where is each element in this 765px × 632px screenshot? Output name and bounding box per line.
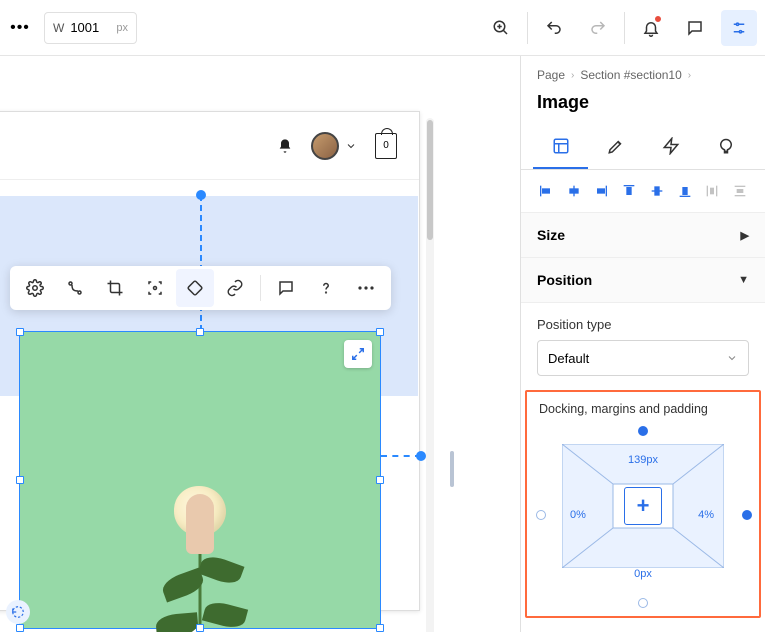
expand-arrow-icon: ▼ [738, 274, 749, 286]
padding-add-button[interactable]: + [624, 487, 662, 525]
mask-button[interactable] [176, 269, 214, 307]
distribute-h-button[interactable] [702, 180, 724, 202]
expand-image-button[interactable] [344, 340, 372, 368]
chevron-right-icon: › [571, 70, 574, 81]
comments-button[interactable] [677, 10, 713, 46]
width-unit: px [116, 22, 128, 34]
dock-pin-top[interactable] [638, 426, 648, 436]
canvas-scrollbar[interactable] [426, 118, 434, 632]
margin-guide-top [200, 195, 202, 331]
align-top-button[interactable] [618, 180, 640, 202]
more-menu-button[interactable]: ••• [8, 19, 32, 37]
margin-guide-right [381, 455, 421, 457]
inspector-title: Image [521, 86, 765, 125]
align-right-button[interactable] [591, 180, 613, 202]
zoom-in-button[interactable] [483, 10, 519, 46]
crumb-page[interactable]: Page [537, 68, 565, 82]
position-type-value: Default [548, 351, 589, 366]
inspector-panel: Page › Section #section10 › Image Size ▶… [520, 56, 765, 632]
tab-design[interactable] [588, 125, 643, 169]
notifications-button[interactable] [633, 10, 669, 46]
width-value-field[interactable] [70, 20, 110, 35]
position-type-label: Position type [521, 303, 765, 340]
header-bell-icon[interactable] [277, 138, 293, 154]
canvas-width-input[interactable]: W px [44, 12, 137, 44]
chevron-down-icon [726, 352, 738, 364]
chevron-down-icon [345, 140, 357, 152]
tab-effects[interactable] [698, 125, 753, 169]
resize-handle-bm[interactable] [196, 624, 204, 632]
resize-handle-tm[interactable] [196, 328, 204, 336]
crop-button[interactable] [96, 269, 134, 307]
section-size[interactable]: Size ▶ [521, 213, 765, 258]
align-center-h-button[interactable] [563, 180, 585, 202]
section-position-label: Position [537, 272, 592, 288]
more-button[interactable] [347, 269, 385, 307]
context-toolbar [10, 266, 391, 310]
cart-button[interactable]: 0 [375, 133, 397, 159]
help-button[interactable] [307, 269, 345, 307]
settings-button[interactable] [16, 269, 54, 307]
section-size-label: Size [537, 227, 565, 243]
margin-right-value[interactable]: 4% [698, 509, 714, 521]
position-type-select[interactable]: Default [537, 340, 749, 376]
inspector-toggle-button[interactable] [721, 10, 757, 46]
docking-label: Docking, margins and padding [537, 402, 749, 416]
redo-button[interactable] [580, 10, 616, 46]
crumb-section[interactable]: Section #section10 [580, 68, 681, 82]
resize-handle-ml[interactable] [16, 476, 24, 484]
animation-button[interactable] [56, 269, 94, 307]
docking-control[interactable]: + 139px 0% 4% 0px [538, 430, 748, 600]
inspector-tabs [521, 125, 765, 170]
panel-resize-handle[interactable] [450, 451, 454, 487]
focal-point-button[interactable] [136, 269, 174, 307]
alert-indicator-icon [653, 14, 663, 24]
anchor-top-icon [196, 190, 206, 200]
cart-count: 0 [383, 140, 389, 151]
site-header: 0 [0, 112, 419, 180]
resize-handle-mr[interactable] [376, 476, 384, 484]
top-toolbar: ••• W px [0, 0, 765, 56]
divider [527, 12, 528, 44]
dock-pin-bottom[interactable] [638, 598, 648, 608]
avatar [311, 132, 339, 160]
divider [624, 12, 625, 44]
selected-image[interactable] [19, 331, 381, 629]
toolbar-right [483, 10, 757, 46]
editor-canvas[interactable]: 0 [0, 56, 520, 632]
margin-top-value[interactable]: 139px [628, 454, 658, 466]
align-controls [521, 170, 765, 213]
resize-handle-tr[interactable] [376, 328, 384, 336]
margin-left-value[interactable]: 0% [570, 509, 586, 521]
distribute-v-button[interactable] [729, 180, 751, 202]
align-left-button[interactable] [535, 180, 557, 202]
scrollbar-thumb[interactable] [427, 120, 433, 240]
tab-layout[interactable] [533, 125, 588, 169]
anchor-right-icon [416, 451, 426, 461]
margin-bottom-value[interactable]: 0px [634, 568, 652, 580]
docking-section-highlight: Docking, margins and padding + 139px 0% … [525, 390, 761, 618]
resize-handle-br[interactable] [376, 624, 384, 632]
undo-button[interactable] [536, 10, 572, 46]
resize-handle-bl[interactable] [16, 624, 24, 632]
breadcrumb: Page › Section #section10 › [521, 56, 765, 86]
dock-pin-right[interactable] [742, 510, 752, 520]
width-label: W [53, 21, 64, 35]
collapse-arrow-icon: ▶ [741, 229, 749, 242]
dock-pin-left[interactable] [536, 510, 546, 520]
comment-button[interactable] [267, 269, 305, 307]
tab-interactions[interactable] [643, 125, 698, 169]
divider [260, 275, 261, 301]
toolbar-left: ••• W px [8, 12, 137, 44]
history-button[interactable] [6, 600, 30, 624]
resize-handle-tl[interactable] [16, 328, 24, 336]
chevron-right-icon: › [688, 70, 691, 81]
align-bottom-button[interactable] [674, 180, 696, 202]
link-button[interactable] [216, 269, 254, 307]
section-position[interactable]: Position ▼ [521, 258, 765, 303]
align-center-v-button[interactable] [646, 180, 668, 202]
account-menu[interactable] [311, 132, 357, 160]
